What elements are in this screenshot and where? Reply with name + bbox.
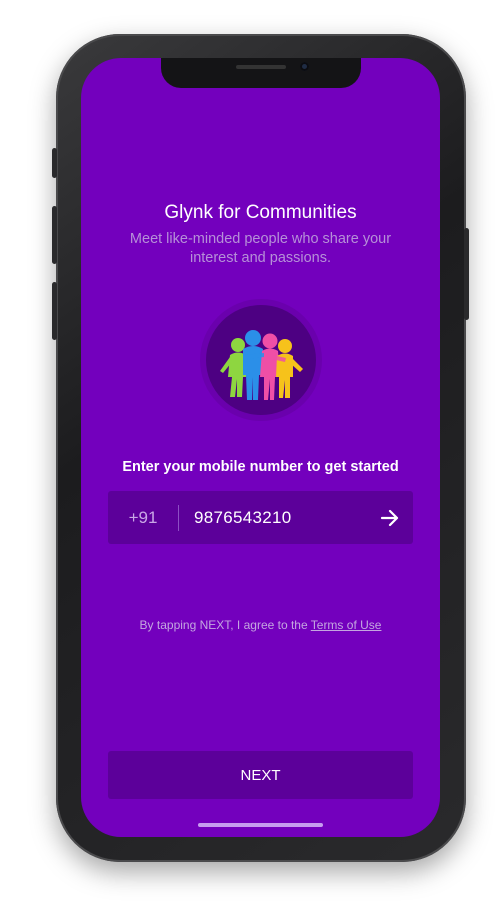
page-subtitle: Meet like-minded people who share your i… (129, 231, 392, 266)
arrow-right-icon[interactable] (367, 491, 413, 544)
phone-number-input[interactable]: 9876543210 (179, 508, 367, 528)
front-camera (300, 62, 309, 71)
phone-number-field[interactable]: +91 9876543210 (108, 491, 413, 544)
person-figure-green (220, 338, 246, 397)
next-button[interactable]: NEXT (108, 751, 413, 799)
community-illustration (200, 299, 322, 421)
phone-volume-down-button (52, 282, 57, 340)
speaker-grille (236, 65, 286, 69)
terms-notice: By tapping NEXT, I agree to the Terms of… (81, 618, 440, 632)
phone-prompt: Enter your mobile number to get started (122, 459, 399, 475)
terms-prefix: By tapping NEXT, I agree to the (139, 618, 311, 632)
page-title: Glynk for Communities (164, 202, 357, 223)
phone-power-button (464, 228, 469, 320)
person-figure-blue (243, 330, 263, 400)
phone-volume-up-button (52, 206, 57, 264)
community-people-icon (206, 305, 316, 415)
phone-side-button (52, 148, 57, 178)
home-indicator[interactable] (198, 823, 323, 827)
person-figure-yellow (276, 339, 303, 398)
terms-of-use-link[interactable]: Terms of Use (311, 618, 382, 632)
phone-notch (161, 58, 361, 88)
app-screen: Glynk for Communities Meet like-minded p… (81, 58, 440, 837)
country-code-selector[interactable]: +91 (108, 508, 178, 528)
